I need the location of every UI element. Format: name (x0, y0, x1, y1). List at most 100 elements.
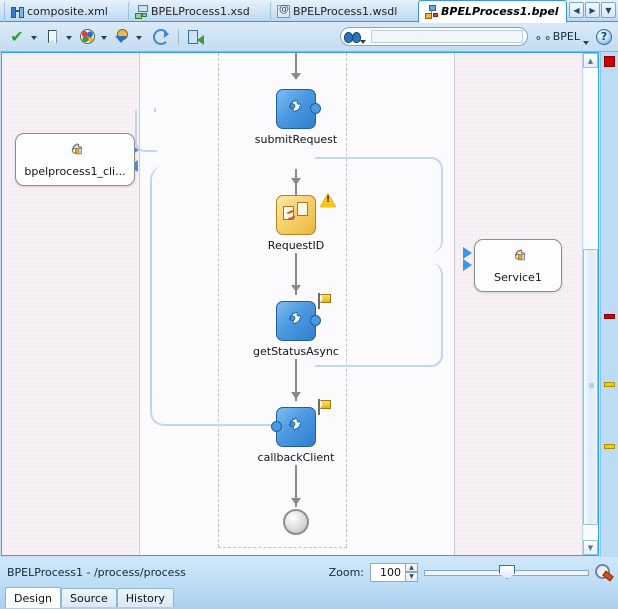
flag-icon[interactable] (318, 399, 332, 415)
invoke-gear-icon (286, 311, 306, 331)
tab-bpelprocess1-wsdl[interactable]: BPELProcess1.wsdl (270, 1, 404, 22)
search-box[interactable] (339, 27, 528, 46)
zoom-controls: Zoom: 100 ▲ ▼ (329, 562, 618, 582)
service1-partner-link[interactable]: Service1 (474, 239, 562, 292)
client-partner-link[interactable]: bpelprocess1_cli... (15, 133, 135, 186)
scroll-up-button[interactable]: ▲ (583, 53, 598, 68)
process-end-node[interactable] (283, 509, 309, 535)
seq-arrow-5 (291, 498, 301, 505)
activity-callbackclient[interactable]: callbackClient (258, 399, 334, 464)
tab-label: BPELProcess1.xsd (151, 4, 250, 18)
tab-bpelprocess1-bpel[interactable]: BPELProcess1.bpel (418, 0, 567, 23)
search-dropdown-arrow[interactable] (359, 30, 368, 44)
bookmark-icon (47, 29, 57, 44)
activity-connector-nub[interactable] (271, 421, 282, 432)
diagram-canvas-frame: bpelprocess1_cli... Service1 submitReque… (1, 52, 599, 556)
status-path-label: BPELProcess1 - /process/process (7, 565, 186, 579)
partner-lane-right (454, 53, 583, 555)
bookmark-dropdown-arrow[interactable] (65, 26, 74, 48)
composite-icon (11, 5, 24, 18)
activity-label: submitRequest (254, 133, 338, 146)
ruler-marker-warning[interactable] (604, 444, 615, 449)
receive-gear-icon (286, 99, 306, 119)
deploy-button[interactable] (111, 26, 133, 48)
bpel-diagram-canvas[interactable]: bpelprocess1_cli... Service1 submitReque… (2, 53, 583, 555)
glasses-icon: ⚬⚬ (533, 31, 553, 45)
arrow-into-service1-bottom (463, 259, 472, 271)
zoom-slider[interactable] (424, 565, 589, 579)
scrollbar-grip (589, 383, 594, 388)
warning-icon[interactable] (320, 193, 336, 207)
flag-icon[interactable] (318, 293, 332, 309)
zoom-stepper[interactable]: 100 ▲ ▼ (370, 562, 418, 582)
arrow-into-service1-top (463, 247, 472, 259)
zoom-magnifier-icon[interactable] (595, 564, 612, 580)
previous-tab-button[interactable]: ◀ (569, 2, 584, 18)
seq-arrow-2 (291, 178, 301, 185)
invoke-gear-icon (286, 417, 306, 437)
validate-button[interactable]: ✔ (6, 26, 28, 48)
seq-arrow-4 (291, 392, 301, 399)
deploy-dropdown-arrow[interactable] (135, 26, 144, 48)
zoom-increment-button[interactable]: ▲ (406, 562, 418, 572)
binoculars-icon (343, 31, 361, 43)
activity-connector-nub[interactable] (310, 315, 321, 326)
refresh-icon (153, 28, 169, 45)
seq-arrow-3 (291, 285, 301, 292)
seq-line-1 (295, 53, 297, 75)
toolbar-right-group: ⚬⚬ BPEL ? (339, 27, 618, 46)
tab-navigation-group: ◀ ▶ ▼ (569, 2, 616, 18)
refresh-button[interactable] (150, 26, 172, 48)
activity-label: RequestID (267, 239, 325, 252)
bpel-menu-arrow[interactable] (582, 31, 590, 45)
tab-label: BPELProcess1.wsdl (293, 4, 398, 18)
editor-tab-bar: composite.xml BPELProcess1.xsd BPELProce… (0, 0, 618, 23)
overview-ruler[interactable] (600, 52, 618, 558)
activity-label: getStatusAsync (253, 345, 339, 358)
message-link-top-run (154, 108, 156, 112)
bpel-icon (425, 5, 438, 19)
tab-list-button[interactable]: ▼ (601, 2, 616, 18)
tab-bpelprocess1-xsd[interactable]: BPELProcess1.xsd (128, 1, 257, 22)
bpel-editor-window: composite.xml BPELProcess1.xsd BPELProce… (0, 0, 618, 609)
activity-getstatusasync[interactable]: getStatusAsync (253, 293, 339, 358)
ruler-marker-error[interactable] (604, 314, 615, 319)
bpel-menu-button[interactable]: ⚬⚬ BPEL (533, 30, 590, 45)
validate-dropdown-arrow[interactable] (30, 26, 39, 48)
deploy-icon (114, 28, 130, 45)
zoom-decrement-button[interactable]: ▼ (406, 572, 418, 582)
bookmark-button[interactable] (41, 26, 63, 48)
tab-composite-xml[interactable]: composite.xml (4, 1, 115, 22)
tab-design[interactable]: Design (5, 587, 61, 608)
editor-toolbar: ✔ ⚬⚬ BPEL ? (0, 22, 618, 52)
zoom-spin-buttons: ▲ ▼ (406, 562, 418, 582)
tab-source[interactable]: Source (60, 588, 117, 607)
bpel-menu-label: BPEL (552, 30, 580, 43)
ruler-marker-warning[interactable] (604, 382, 615, 387)
ruler-marker-error[interactable] (604, 56, 615, 67)
search-input[interactable] (370, 30, 523, 43)
tab-history[interactable]: History (116, 588, 174, 607)
editor-view-tabs: Design Source History (0, 587, 618, 609)
next-tab-button[interactable]: ▶ (585, 2, 600, 18)
partner-lane-left (2, 53, 139, 555)
zoom-value-input[interactable]: 100 (370, 562, 406, 582)
xsd-icon (135, 5, 148, 19)
toolbar-separator (178, 28, 179, 45)
green-check-icon: ✔ (10, 26, 24, 46)
validate-xml-button[interactable] (185, 26, 207, 48)
help-button[interactable]: ? (596, 28, 612, 45)
palette-dropdown-arrow[interactable] (100, 26, 109, 48)
partnerlink-gear-icon (507, 247, 529, 269)
canvas-vertical-scrollbar[interactable]: ▲ ▼ (582, 53, 598, 555)
palette-button[interactable] (76, 26, 98, 48)
assign-pages-icon (283, 202, 309, 228)
message-link-callbackclient-to-client (150, 166, 280, 426)
scrollbar-thumb[interactable] (583, 249, 598, 525)
activity-connector-nub[interactable] (310, 103, 321, 114)
activity-submitrequest[interactable]: submitRequest (255, 89, 337, 146)
activity-requestid[interactable]: RequestID (268, 193, 336, 252)
scope-boundary-bottom (218, 547, 347, 548)
zoom-slider-thumb[interactable] (499, 565, 515, 579)
scroll-down-button[interactable]: ▼ (583, 540, 598, 555)
